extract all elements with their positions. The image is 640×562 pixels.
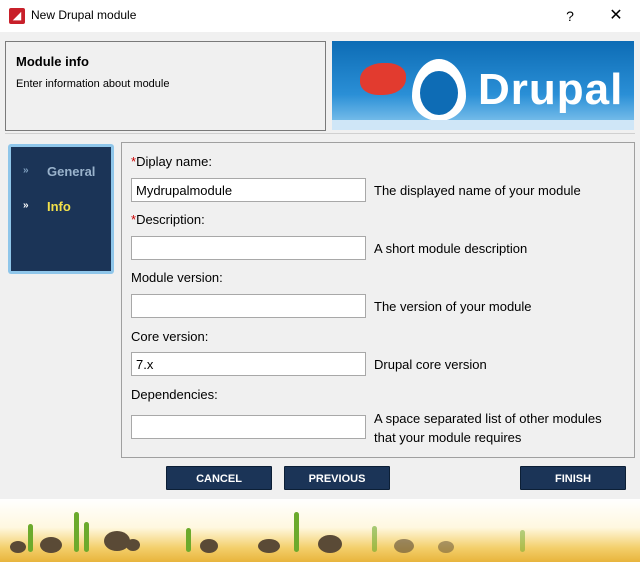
seaweed-icon [28,524,33,552]
close-button[interactable]: ✕ [600,4,632,28]
description-hint: A short module description [374,241,528,256]
display-name-hint: The displayed name of your module [374,183,581,198]
app-icon: ◢ [9,8,25,24]
dependencies-hint-line-2: that your module requires [374,430,522,445]
display-name-input[interactable] [131,178,366,202]
nav-item-label: Info [47,199,71,214]
double-chevron-right-icon: » [23,165,29,176]
finish-button[interactable]: FINISH [520,466,626,490]
core-version-input[interactable] [131,352,366,376]
label-text: Description: [136,212,205,227]
core-version-hint: Drupal core version [374,357,487,372]
pebble-icon [438,541,454,553]
dependencies-hint: A space separated list of other modules … [374,409,602,447]
seaweed-icon [294,512,299,552]
description-input[interactable] [131,236,366,260]
previous-button[interactable]: PREVIOUS [284,466,390,490]
window-title: New Drupal module [31,8,137,22]
seaweed-icon [372,526,377,552]
pebble-icon [40,537,62,553]
seaweed-icon [186,528,191,552]
shrimp-mascot-icon [360,63,406,95]
title-bar: ◢ New Drupal module ? ✕ [0,0,640,32]
seaweed-icon [84,522,89,552]
module-version-label: Module version: [131,270,223,285]
description-label: *Description: [131,212,205,227]
help-button[interactable]: ? [556,4,584,28]
wizard-nav: » General » Info [11,147,111,271]
pebble-icon [318,535,342,553]
pebble-icon [200,539,218,553]
display-name-label: *Diplay name: [131,154,212,169]
pebble-icon [394,539,414,553]
core-version-label: Core version: [131,329,209,344]
nav-item-info[interactable]: » Info [11,198,111,218]
seaweed-icon [74,512,79,552]
nav-item-general[interactable]: » General [11,163,111,183]
module-version-input[interactable] [131,294,366,318]
dependencies-hint-line-1: A space separated list of other modules [374,411,602,426]
module-version-hint: The version of your module [374,299,532,314]
cancel-button[interactable]: CANCEL [166,466,272,490]
module-info-form: *Diplay name: The displayed name of your… [121,142,635,458]
pebble-icon [10,541,26,553]
label-text: Diplay name: [136,154,212,169]
header-subtitle: Enter information about module [16,78,170,90]
header-title: Module info [16,54,89,69]
drupal-banner: Drupal [332,41,634,130]
seaweed-icon [520,530,525,552]
dialog-content: Module info Enter information about modu… [0,32,640,562]
header-divider [5,133,635,134]
seabed-decoration [0,499,640,562]
dependencies-label: Dependencies: [131,387,218,402]
banner-strip [332,120,634,130]
module-info-header: Module info Enter information about modu… [5,41,326,131]
double-chevron-right-icon: » [23,200,29,211]
pebble-icon [126,539,140,551]
drupal-drop-face-icon [420,71,458,115]
drupal-logo-text: Drupal [478,65,624,114]
nav-item-label: General [47,164,96,179]
dependencies-input[interactable] [131,415,366,439]
pebble-icon [258,539,280,553]
